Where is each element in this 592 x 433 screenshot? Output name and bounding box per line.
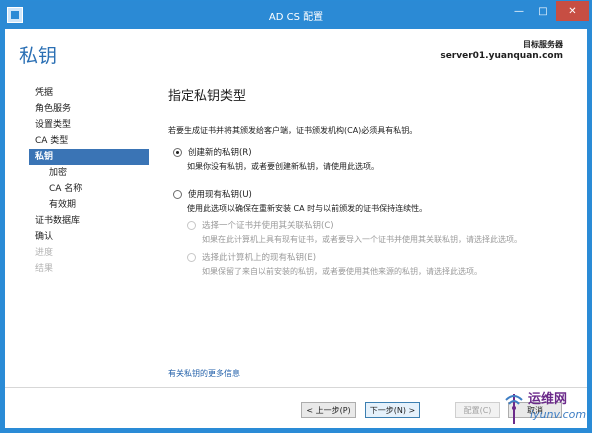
nav-item-validity-period[interactable]: 有效期	[29, 197, 149, 213]
maximize-button[interactable]: □	[531, 1, 555, 21]
nav-item-ca-name[interactable]: CA 名称	[29, 181, 149, 197]
option-use-existing-key-note: 使用此选项以确保在重新安装 CA 时与以前颁发的证书保持连续性。	[187, 204, 428, 213]
close-button[interactable]: ✕	[556, 1, 589, 21]
header: 私钥 目标服务器 server01.yuanquan.com	[5, 29, 587, 73]
option-select-existing-key-label: 选择此计算机上的现有私钥(E)	[202, 253, 317, 263]
option-select-certificate-label: 选择一个证书并使用其关联私钥(C)	[202, 221, 334, 231]
nav-item-progress: 进度	[35, 248, 54, 258]
option-select-certificate[interactable]: 选择一个证书并使用其关联私钥(C)	[187, 219, 334, 231]
nav-item-results: 结果	[35, 264, 54, 274]
option-use-existing-key-label: 使用现有私钥(U)	[188, 190, 252, 200]
page-title: 私钥	[19, 45, 58, 67]
previous-button[interactable]: < 上一步(P)	[301, 402, 356, 418]
target-server-label: 目标服务器	[523, 40, 563, 49]
option-create-new-key[interactable]: 创建新的私钥(R)	[173, 146, 252, 158]
target-server-value: server01.yuanquan.com	[440, 51, 563, 61]
nav-item-credentials[interactable]: 凭据	[29, 85, 149, 101]
watermark-text-cn: 运维网	[528, 392, 568, 407]
minimize-button[interactable]: —	[507, 1, 531, 21]
nav-item-confirmation[interactable]: 确认	[29, 229, 149, 245]
radio-use-existing-key[interactable]	[173, 189, 182, 199]
option-create-new-key-label: 创建新的私钥(R)	[188, 148, 252, 158]
radio-select-existing-key[interactable]	[187, 252, 196, 262]
radio-create-new-key[interactable]	[173, 147, 182, 157]
option-select-existing-key[interactable]: 选择此计算机上的现有私钥(E)	[187, 251, 316, 263]
window-title: AD CS 配置	[268, 12, 324, 23]
radio-select-certificate[interactable]	[187, 220, 196, 230]
configure-button[interactable]: 配置(C)	[455, 402, 500, 418]
nav-item-role-services[interactable]: 角色服务	[29, 101, 149, 117]
watermark-logo: 运维网 iyunv.com	[498, 384, 590, 432]
window-frame: AD CS 配置 — □ ✕ 私钥 目标服务器 server01.yuanqua…	[0, 0, 592, 433]
watermark-text-en: iyunv.com	[530, 408, 587, 421]
nav-item-certificate-database[interactable]: 证书数据库	[29, 213, 149, 229]
description-text: 若要生成证书并将其颁发给客户端，证书颁发机构(CA)必须具有私钥。	[168, 126, 418, 135]
more-info-link[interactable]: 有关私钥的更多信息	[168, 368, 240, 379]
content-pane: 指定私钥类型 若要生成证书并将其颁发给客户端，证书颁发机构(CA)必须具有私钥。…	[165, 79, 570, 379]
next-button[interactable]: 下一步(N) >	[365, 402, 420, 418]
watermark-antenna-icon	[505, 394, 523, 424]
nav-item-private-key[interactable]: 私钥	[29, 149, 149, 165]
option-select-existing-key-note: 如果保留了来自以前安装的私钥，或者要使用其他来源的私钥，请选择此选项。	[202, 267, 482, 276]
option-use-existing-key[interactable]: 使用现有私钥(U)	[173, 188, 252, 200]
nav-item-ca-type[interactable]: CA 类型	[29, 133, 149, 149]
title-bar[interactable]: AD CS 配置 — □ ✕	[1, 1, 591, 29]
wizard-nav: 凭据 角色服务 设置类型 CA 类型 私钥 加密 CA 名称 有效期 证书数据库…	[29, 85, 149, 277]
nav-item-setup-type[interactable]: 设置类型	[29, 117, 149, 133]
section-title: 指定私钥类型	[168, 89, 247, 104]
dialog-body: 私钥 目标服务器 server01.yuanquan.com 凭据 角色服务 设…	[5, 29, 587, 428]
option-select-certificate-note: 如果在此计算机上具有现有证书，或者要导入一个证书并使用其关联私钥，请选择此选项。	[202, 235, 522, 244]
option-create-new-key-note: 如果你没有私钥，或者要创建新私钥，请使用此选项。	[187, 162, 379, 171]
nav-item-cryptography[interactable]: 加密	[29, 165, 149, 181]
